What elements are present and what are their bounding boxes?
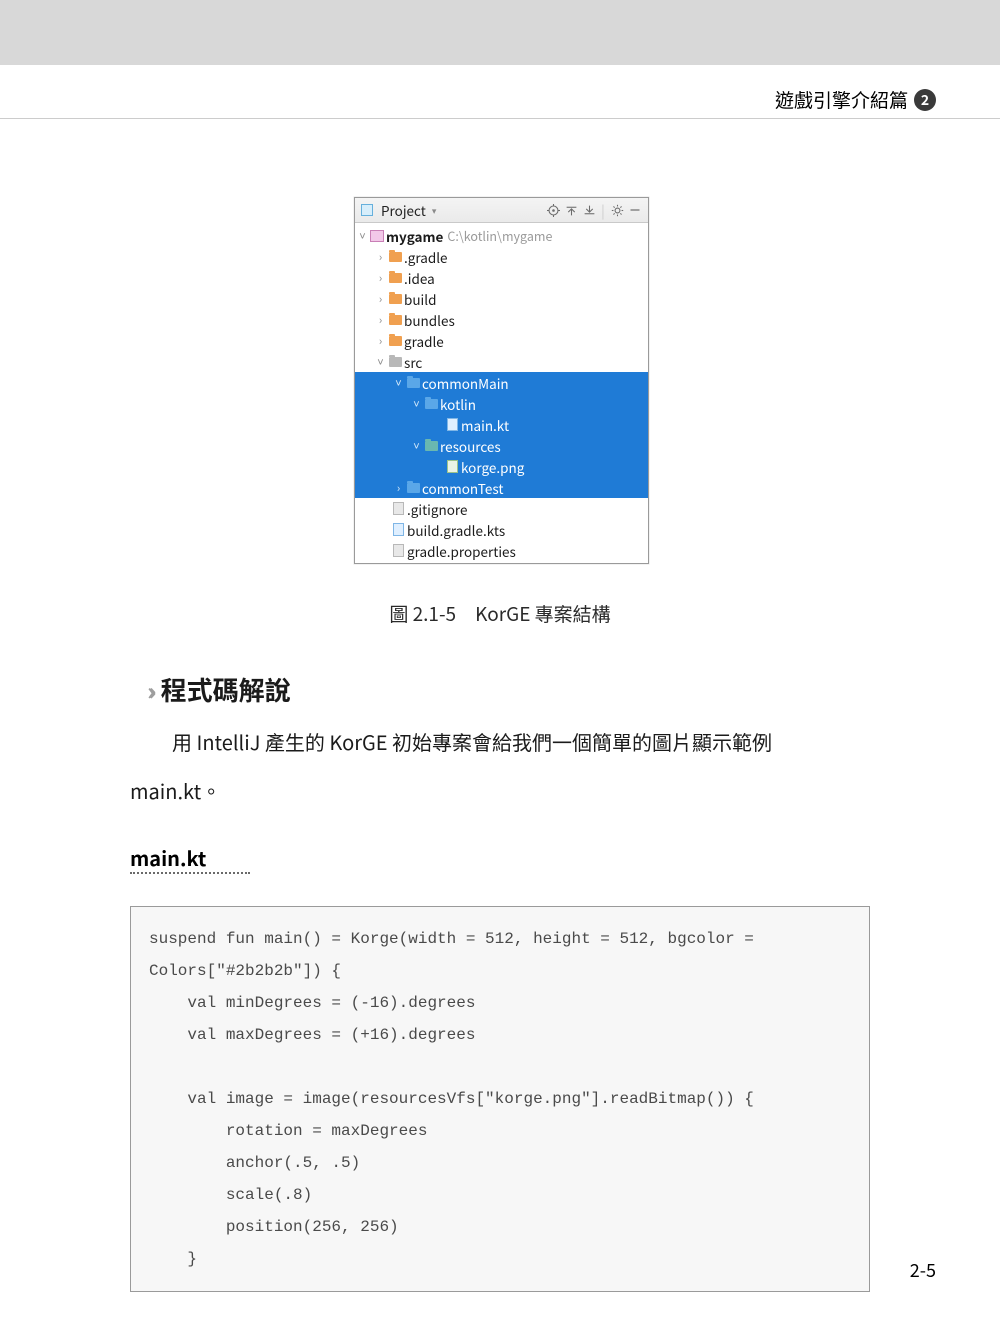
- chevron-down-icon[interactable]: ˅: [411, 396, 422, 412]
- top-margin-bar: [0, 0, 1000, 65]
- kt-file-icon: [443, 418, 461, 431]
- file-icon: [389, 544, 407, 557]
- folder-icon: [386, 357, 404, 367]
- chevron-right-icon[interactable]: ›: [375, 312, 386, 328]
- folder-icon: [386, 315, 404, 325]
- project-panel: Project ▾ | ˅ mygame C:\kotlin\mygame ›.…: [354, 197, 649, 564]
- folder-icon: [386, 336, 404, 346]
- tree-folder-resources[interactable]: ˅resources: [355, 435, 648, 456]
- chevron-down-icon[interactable]: ˅: [357, 228, 368, 244]
- minimize-icon[interactable]: [628, 203, 642, 217]
- tree-folder[interactable]: ›.idea: [355, 267, 648, 288]
- target-icon[interactable]: [546, 203, 560, 217]
- chevron-right-icon[interactable]: ›: [393, 480, 404, 496]
- tree-folder[interactable]: ›gradle: [355, 330, 648, 351]
- tree-folder[interactable]: ›.gradle: [355, 246, 648, 267]
- separator: |: [600, 203, 606, 217]
- file-icon: [389, 523, 407, 536]
- dotted-underline: [130, 872, 250, 874]
- folder-icon: [404, 483, 422, 493]
- tree-root[interactable]: ˅ mygame C:\kotlin\mygame: [355, 225, 648, 246]
- image-file-icon: [443, 460, 461, 473]
- tree-file-korgepng[interactable]: korge.png: [355, 456, 648, 477]
- dropdown-icon[interactable]: ▾: [432, 204, 437, 217]
- project-panel-header: Project ▾ |: [355, 198, 648, 223]
- paragraph-line-1: 用 IntelliJ 產生的 KorGE 初始專案會給我們一個簡單的圖片顯示範例: [130, 726, 870, 758]
- chevron-down-icon[interactable]: ˅: [411, 438, 422, 454]
- file-heading: main.kt: [130, 843, 206, 872]
- tree-folder-kotlin[interactable]: ˅kotlin: [355, 393, 648, 414]
- chapter-header: 遊戲引擎介紹篇 2: [775, 86, 936, 113]
- project-icon: [368, 230, 386, 242]
- code-block: suspend fun main() = Korge(width = 512, …: [130, 906, 870, 1292]
- chevron-down-icon[interactable]: ˅: [375, 354, 386, 370]
- tree-folder[interactable]: ›bundles: [355, 309, 648, 330]
- chevron-right-icon[interactable]: ›: [375, 270, 386, 286]
- collapse-all-icon[interactable]: [582, 203, 596, 217]
- header-rule: [0, 118, 1000, 119]
- folder-icon: [386, 273, 404, 283]
- project-view-icon: [361, 204, 373, 216]
- folder-icon: [386, 252, 404, 262]
- chevron-right-icon[interactable]: ›: [375, 291, 386, 307]
- chapter-label: 遊戲引擎介紹篇: [775, 86, 908, 113]
- folder-icon: [422, 441, 440, 451]
- chevron-right-icon[interactable]: ›: [375, 333, 386, 349]
- project-view-label[interactable]: Project: [381, 200, 426, 220]
- folder-icon: [404, 378, 422, 388]
- chevron-down-icon[interactable]: ˅: [393, 375, 404, 391]
- section-heading: ›› 程式碼解說: [147, 671, 291, 708]
- tree-folder[interactable]: ›build: [355, 288, 648, 309]
- tree-folder-commontest[interactable]: ›commonTest: [355, 477, 648, 498]
- project-tree[interactable]: ˅ mygame C:\kotlin\mygame ›.gradle ›.ide…: [355, 223, 648, 563]
- expand-all-icon[interactable]: [564, 203, 578, 217]
- chevron-right-icon[interactable]: ›: [375, 249, 386, 265]
- tree-folder-src[interactable]: ˅src: [355, 351, 648, 372]
- double-chevron-icon: ››: [147, 672, 151, 707]
- root-path: C:\kotlin\mygame: [447, 226, 552, 245]
- tree-file[interactable]: .gitignore: [355, 498, 648, 519]
- tree-file[interactable]: build.gradle.kts: [355, 519, 648, 540]
- root-name: mygame: [386, 226, 443, 246]
- page-number: 2-5: [910, 1257, 936, 1283]
- tree-folder-commonmain[interactable]: ˅commonMain: [355, 372, 648, 393]
- file-icon: [389, 502, 407, 515]
- section-heading-text: 程式碼解說: [161, 671, 291, 708]
- gear-icon[interactable]: [610, 203, 624, 217]
- tree-file[interactable]: gradle.properties: [355, 540, 648, 561]
- folder-icon: [422, 399, 440, 409]
- tree-file-mainkt[interactable]: main.kt: [355, 414, 648, 435]
- chapter-number-badge: 2: [914, 89, 936, 111]
- figure-caption: 圖 2.1-5 KorGE 專案結構: [0, 600, 1000, 627]
- paragraph-line-2: main.kt。: [130, 775, 870, 807]
- folder-icon: [386, 294, 404, 304]
